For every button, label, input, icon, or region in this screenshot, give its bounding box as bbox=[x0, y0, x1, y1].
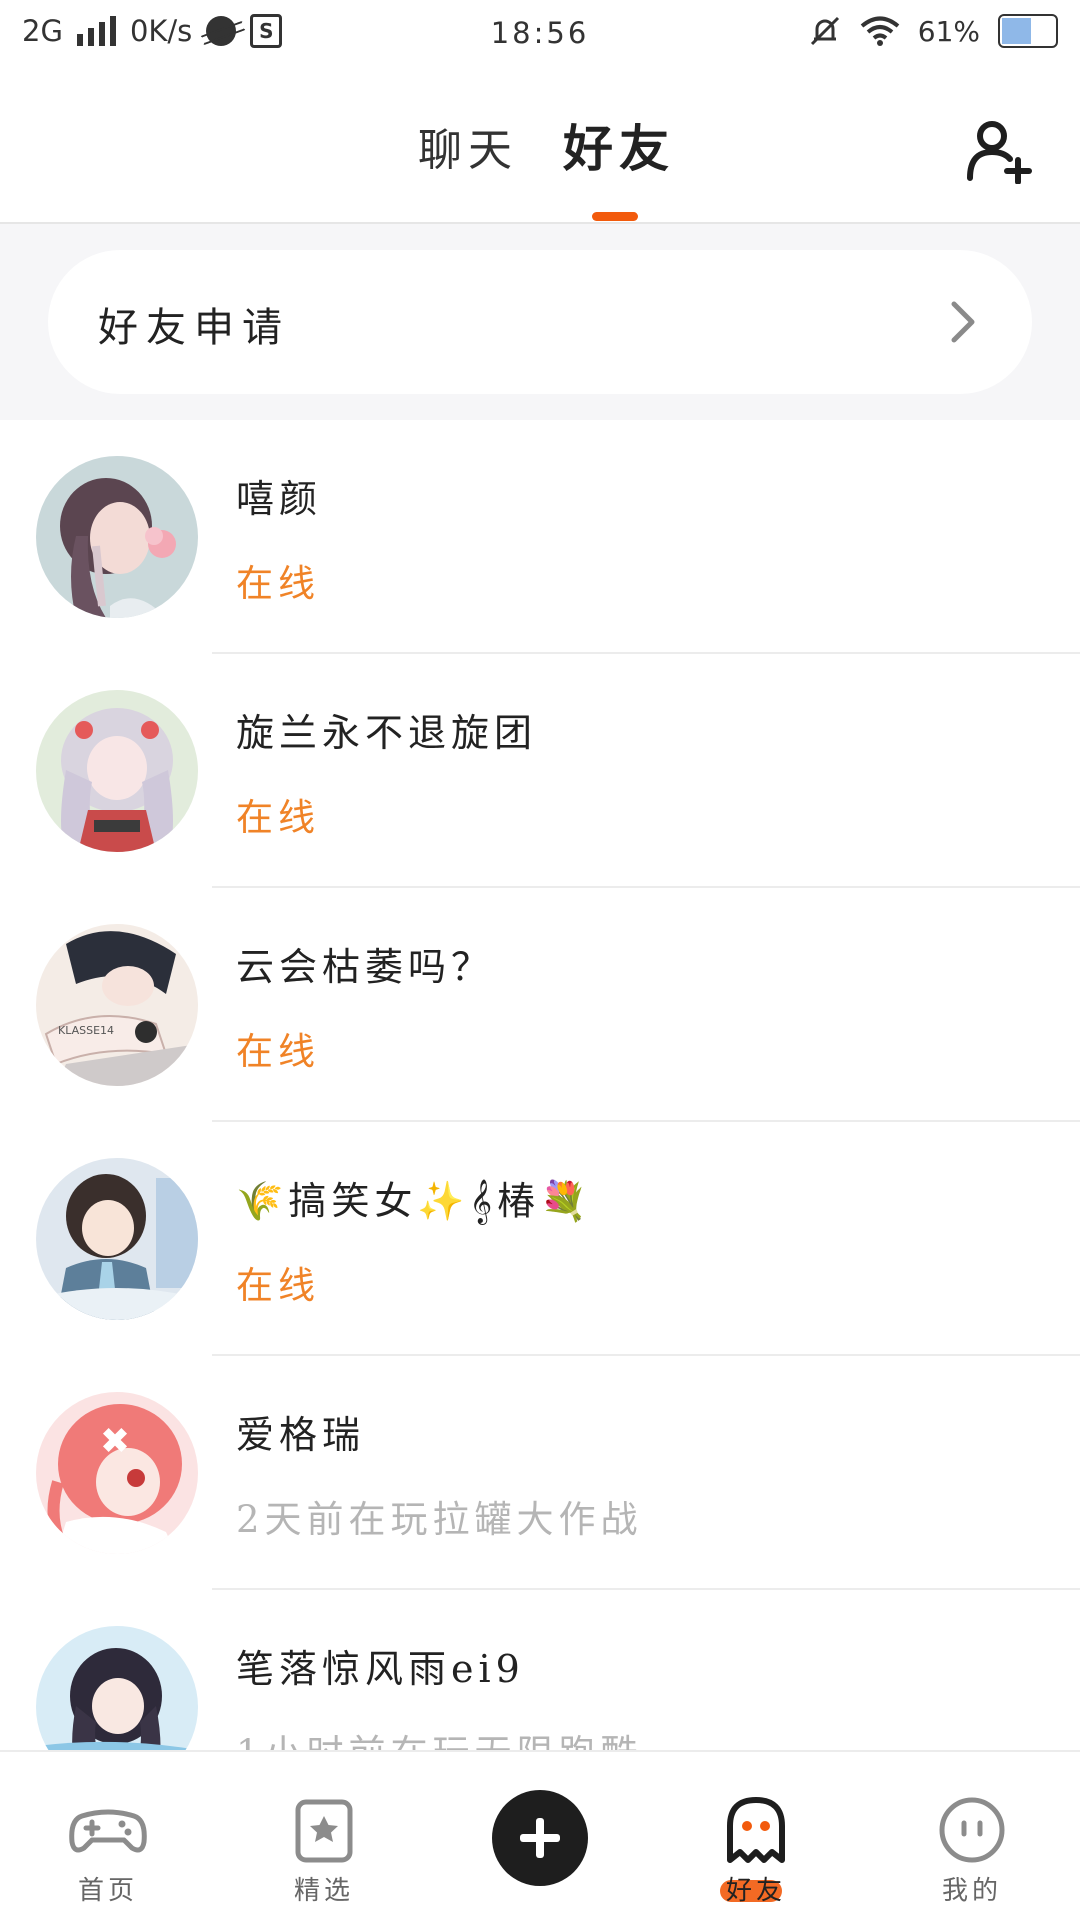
friend-row[interactable]: 旋兰永不退旋团 在线 bbox=[0, 654, 1080, 888]
friend-request-label: 好友申请 bbox=[98, 305, 290, 351]
avatar[interactable] bbox=[36, 1158, 198, 1320]
avatar[interactable] bbox=[36, 456, 198, 618]
nav-featured[interactable]: 精选 bbox=[216, 1752, 432, 1922]
nav-friends[interactable]: 好友 bbox=[648, 1752, 864, 1922]
friend-list: 嘻颜 在线 旋兰永不退旋团 在线 KLASSE14 云会枯萎吗？ 在线 🌾搞笑女… bbox=[0, 420, 1080, 1824]
create-plus-button[interactable] bbox=[492, 1790, 588, 1886]
friend-name: 云会枯萎吗？ bbox=[236, 945, 495, 989]
ghost-icon bbox=[727, 1797, 785, 1863]
wifi-icon bbox=[860, 16, 900, 46]
friend-status: 在线 bbox=[236, 1030, 320, 1073]
avatar[interactable] bbox=[36, 1392, 198, 1554]
gamepad-icon bbox=[69, 1809, 147, 1853]
star-bookmark-icon bbox=[295, 1799, 353, 1863]
battery-percent: 61% bbox=[917, 14, 980, 48]
status-right: 61% bbox=[808, 14, 1058, 48]
nav-label: 我的 bbox=[941, 1876, 1002, 1906]
nav-label: 精选 bbox=[293, 1876, 354, 1906]
friend-row[interactable]: 嘻颜 在线 bbox=[0, 420, 1080, 654]
status-bar: 2G 0K/s S 18:56 61% bbox=[0, 0, 1080, 72]
tab-friends[interactable]: 好友 bbox=[563, 109, 675, 181]
friend-name: 嘻颜 bbox=[236, 477, 323, 521]
top-tab-bar: 聊天 好友 bbox=[0, 72, 1080, 224]
chevron-right-icon bbox=[951, 301, 975, 343]
nav-me[interactable]: 我的 bbox=[864, 1752, 1080, 1922]
nav-label: 好友 bbox=[725, 1876, 786, 1906]
friend-name: 🌾搞笑女✨𝄞椿💐 bbox=[236, 1179, 593, 1223]
avatar[interactable] bbox=[36, 690, 198, 852]
friend-request-button[interactable]: 好友申请 bbox=[48, 250, 1032, 394]
friend-name: 爱格瑞 bbox=[236, 1413, 366, 1457]
bottom-nav: 首页 精选 好友 我的 bbox=[0, 1750, 1080, 1922]
battery-icon bbox=[998, 14, 1058, 48]
friend-status: 2天前在玩拉罐大作战 bbox=[236, 1498, 643, 1541]
friend-row[interactable]: KLASSE14 云会枯萎吗？ 在线 bbox=[0, 888, 1080, 1122]
friend-status: 在线 bbox=[236, 796, 320, 839]
active-tab-indicator bbox=[592, 212, 638, 221]
mute-bell-icon bbox=[810, 16, 839, 46]
friend-status: 在线 bbox=[236, 1264, 320, 1307]
friend-row[interactable]: 🌾搞笑女✨𝄞椿💐 在线 bbox=[0, 1122, 1080, 1356]
avatar[interactable]: KLASSE14 bbox=[36, 924, 198, 1086]
friend-request-section: 好友申请 bbox=[0, 224, 1080, 420]
nav-label: 首页 bbox=[77, 1876, 138, 1906]
friend-name: 笔落惊风雨ei9 bbox=[236, 1647, 525, 1691]
friend-status: 在线 bbox=[236, 562, 320, 605]
friend-name: 旋兰永不退旋团 bbox=[236, 711, 538, 755]
friend-row[interactable]: 爱格瑞 2天前在玩拉罐大作战 bbox=[0, 1356, 1080, 1590]
tab-chat[interactable]: 聊天 bbox=[418, 114, 518, 178]
nav-home[interactable]: 首页 bbox=[0, 1752, 216, 1922]
face-icon bbox=[939, 1797, 1005, 1863]
svg-text:KLASSE14: KLASSE14 bbox=[58, 1024, 114, 1037]
add-friend-icon[interactable] bbox=[966, 118, 1032, 184]
